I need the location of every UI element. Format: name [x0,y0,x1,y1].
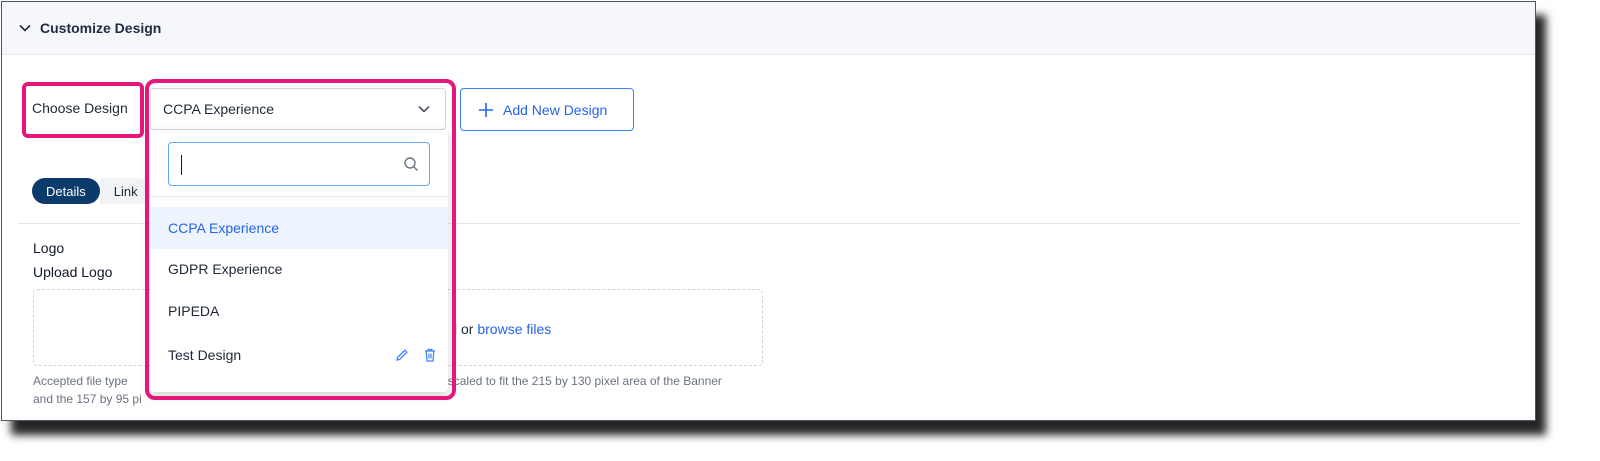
chevron-down-icon [417,102,431,116]
customize-design-panel: Customize Design Choose Design CCPA Expe… [1,1,1536,421]
add-new-design-button[interactable]: Add New Design [460,88,634,131]
search-icon [403,156,419,172]
helper-line-2: and the 157 by 95 pi [33,392,142,406]
upload-logo-label: Upload Logo [33,264,113,280]
text-cursor [181,155,182,175]
design-dropdown-menu: CCPA Experience GDPR Experience PIPEDA T… [150,130,448,392]
section-header[interactable]: Customize Design [2,2,1535,55]
add-new-design-label: Add New Design [503,101,608,118]
choose-design-label: Choose Design [32,100,128,116]
trash-icon[interactable] [422,347,438,363]
helper-line-1-left: Accepted file type [33,374,128,388]
design-search-field[interactable] [168,142,430,186]
design-option-pipeda[interactable]: PIPEDA [150,290,448,332]
dropdown-separator [150,196,448,197]
design-option-gdpr[interactable]: GDPR Experience [150,248,448,290]
tab-bar: Details Link [32,178,152,204]
edit-pencil-icon[interactable] [394,347,410,363]
tab-details[interactable]: Details [32,178,100,204]
dropzone-prefix: l or [454,321,478,337]
plus-icon [477,101,495,119]
logo-heading: Logo [33,240,65,256]
design-option-test[interactable]: Test Design [150,334,448,376]
chevron-down-icon[interactable] [18,21,32,35]
option-label: GDPR Experience [168,261,283,277]
design-select-value: CCPA Experience [163,101,275,117]
design-search-input[interactable] [183,143,393,185]
option-label: Test Design [168,347,242,363]
design-option-ccpa[interactable]: CCPA Experience [150,207,448,249]
option-label: PIPEDA [168,303,220,319]
option-label: CCPA Experience [168,220,280,236]
option-actions [394,347,438,363]
dropzone-text: l or browse files [454,321,551,337]
design-select[interactable]: CCPA Experience [150,88,446,130]
helper-line-1-right: e scaled to fit the 215 by 130 pixel are… [437,374,722,388]
browse-files-link[interactable]: browse files [477,321,551,337]
tab-link[interactable]: Link [99,178,152,204]
section-title: Customize Design [40,20,162,36]
